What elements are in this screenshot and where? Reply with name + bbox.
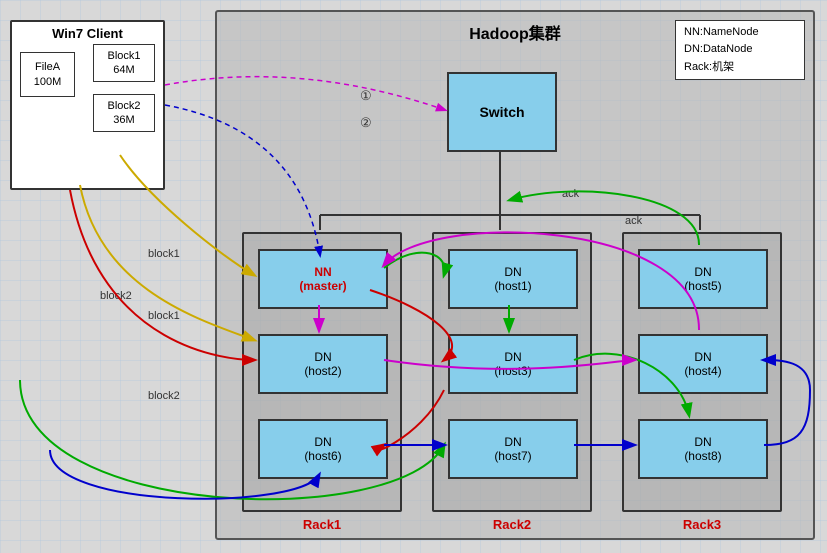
circle1-label: ① — [360, 88, 372, 104]
rack1-label: Rack1 — [244, 517, 400, 532]
switch-box: Switch — [447, 72, 557, 152]
win7-client-box: Win7 Client FileA 100M Block1 64M Block2… — [10, 20, 165, 190]
block1-label-right: block1 — [148, 310, 180, 322]
rack1: NN(master) DN(host2) DN(host6) Rack1 — [242, 232, 402, 512]
block2-box: Block2 36M — [93, 94, 155, 132]
dn-host4-node: DN(host4) — [638, 334, 768, 394]
filea-block: FileA 100M — [20, 52, 75, 97]
block1-box: Block1 64M — [93, 44, 155, 82]
dn-host7-node: DN(host7) — [448, 419, 578, 479]
legend-line3: Rack:机架 — [684, 59, 734, 77]
nn-master-node: NN(master) — [258, 249, 388, 309]
dn-host1-node: DN(host1) — [448, 249, 578, 309]
dn-host3-node: DN(host3) — [448, 334, 578, 394]
ack-label-1: ack — [562, 188, 579, 200]
dn-host8-node: DN(host8) — [638, 419, 768, 479]
legend-box: NN:NameNode DN:DataNode Rack:机架 — [675, 20, 805, 80]
block1-label-left: block1 — [148, 248, 180, 260]
win7-title: Win7 Client — [12, 22, 163, 43]
dn-host6-node: DN(host6) — [258, 419, 388, 479]
legend-line2: DN:DataNode — [684, 41, 752, 59]
rack2-label: Rack2 — [434, 517, 590, 532]
block2-label-left: block2 — [100, 290, 132, 302]
main-canvas: { "win7_client": { "title": "Win7 Client… — [0, 0, 827, 553]
block2-label-bottom: block2 — [148, 390, 180, 402]
circle2-label: ② — [360, 115, 372, 131]
rack3-label: Rack3 — [624, 517, 780, 532]
legend-line1: NN:NameNode — [684, 24, 759, 42]
ack-label-2: ack — [625, 215, 642, 227]
dn-host5-node: DN(host5) — [638, 249, 768, 309]
hadoop-cluster: Hadoop集群 NN:NameNode DN:DataNode Rack:机架… — [215, 10, 815, 540]
dn-host2-node: DN(host2) — [258, 334, 388, 394]
rack3: DN(host5) DN(host4) DN(host8) Rack3 — [622, 232, 782, 512]
rack2: DN(host1) DN(host3) DN(host7) Rack2 — [432, 232, 592, 512]
